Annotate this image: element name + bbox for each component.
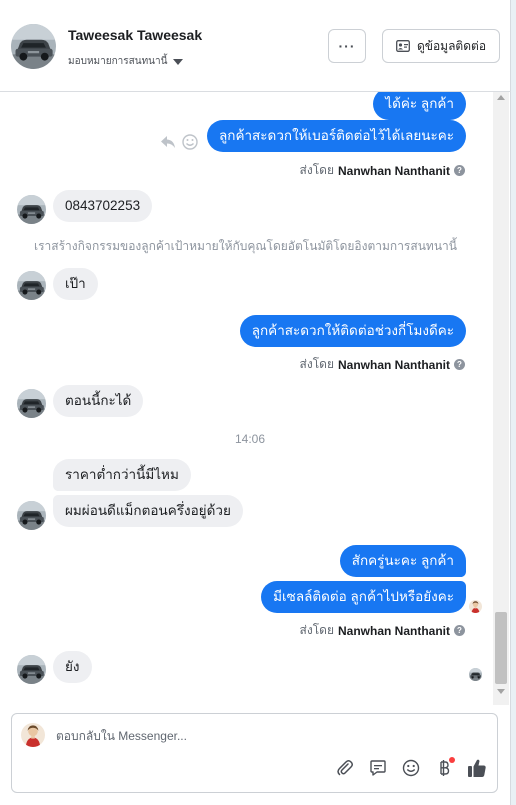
incoming-message[interactable]: ตอนนี้กะได้	[53, 385, 144, 417]
more-options-label: ···	[338, 38, 356, 54]
chat-bubble-icon	[370, 760, 386, 776]
sent-by-prefix: ส่งโดย	[299, 163, 334, 177]
conversation-header: Taweesak Taweesak มอบหมายการสนทนานี้ ···…	[0, 0, 511, 92]
help-icon[interactable]: ?	[454, 359, 465, 370]
contact-card-icon	[396, 40, 410, 52]
outgoing-message[interactable]: ลูกค้าสะดวกให้เบอร์ติดต่อไว้ได้เลยนะคะ	[207, 120, 466, 152]
message-timestamp: 14:06	[234, 432, 266, 446]
thread-scrollbar[interactable]	[493, 92, 509, 705]
agent-avatar	[21, 723, 45, 747]
sent-by-info: ส่งโดย Nanwhan Nanthanit ?	[300, 621, 465, 640]
agent-name: Nanwhan Nanthanit	[337, 163, 450, 178]
outgoing-message[interactable]: มีเซลล์ติดต่อ ลูกค้าไปหรือยังคะ	[261, 581, 466, 613]
seen-by-avatar	[469, 668, 482, 681]
like-button[interactable]	[467, 758, 487, 778]
seen-by-avatar	[469, 600, 482, 613]
assign-conversation-dropdown[interactable]: มอบหมายการสนทนานี้	[68, 54, 184, 69]
composer-toolbar	[335, 757, 487, 778]
payment-button[interactable]	[434, 757, 455, 778]
reply-composer	[11, 713, 498, 793]
help-icon[interactable]: ?	[454, 165, 465, 176]
customer-avatar-small	[17, 271, 46, 300]
caret-down-icon	[173, 58, 184, 65]
view-contact-button[interactable]: ดูข้อมูลติดต่อ	[382, 29, 500, 63]
notification-dot	[449, 757, 455, 763]
incoming-message[interactable]: เป๊า	[53, 268, 98, 300]
agent-name: Nanwhan Nanthanit	[337, 357, 450, 372]
attach-button[interactable]	[335, 758, 355, 778]
reply-icon[interactable]	[160, 135, 176, 149]
view-contact-label: ดูข้อมูลติดต่อ	[416, 38, 487, 53]
emoji-button[interactable]	[401, 758, 421, 778]
thumbs-up-icon	[468, 759, 486, 777]
customer-avatar[interactable]	[11, 24, 56, 69]
reply-input[interactable]	[56, 729, 356, 743]
incoming-message[interactable]: ราคาต่ำกว่านี้มีไหม	[53, 459, 191, 491]
scroll-down-arrow-icon[interactable]	[497, 689, 505, 694]
customer-avatar-small	[17, 655, 46, 684]
outgoing-message[interactable]: ลูกค้าสะดวกให้ติดต่อช่วงกี่โมงดีคะ	[239, 315, 466, 347]
system-note: เราสร้างกิจกรรมของลูกค้าเป้าหมายให้กับคุ…	[34, 239, 457, 253]
more-options-button[interactable]: ···	[328, 29, 366, 63]
sent-by-info: ส่งโดย Nanwhan Nanthanit ?	[300, 355, 465, 374]
scroll-up-arrow-icon[interactable]	[497, 95, 505, 100]
customer-name[interactable]: Taweesak Taweesak	[68, 27, 202, 43]
assign-label: มอบหมายการสนทนานี้	[68, 56, 168, 67]
saved-replies-button[interactable]	[368, 758, 388, 778]
react-emoji-icon[interactable]	[182, 134, 198, 150]
help-icon[interactable]: ?	[454, 625, 465, 636]
conversation-panel: Taweesak Taweesak มอบหมายการสนทนานี้ ···…	[0, 0, 511, 805]
outgoing-message[interactable]: สักครู่นะคะ ลูกค้า	[339, 545, 466, 577]
incoming-message[interactable]: ยัง	[53, 651, 92, 683]
outgoing-message[interactable]: ได้ค่ะ ลูกค้า	[373, 92, 466, 120]
sent-by-info: ส่งโดย Nanwhan Nanthanit ?	[300, 161, 465, 180]
paperclip-icon	[337, 760, 353, 776]
sent-by-prefix: ส่งโดย	[299, 623, 334, 637]
smiley-icon	[402, 759, 420, 777]
customer-avatar-small	[17, 501, 46, 530]
message-thread: ได้ค่ะ ลูกค้า ลูกค้าสะดวกให้เบอร์ติดต่อไ…	[0, 92, 511, 705]
incoming-message[interactable]: 0843702253	[53, 190, 153, 222]
incoming-message[interactable]: ผมผ่อนดีแม็กตอนครึ่งอยู่ด้วย	[53, 495, 243, 527]
customer-avatar-small	[17, 389, 46, 418]
scroll-thumb[interactable]	[495, 612, 507, 684]
message-actions	[160, 134, 198, 150]
agent-name: Nanwhan Nanthanit	[337, 623, 450, 638]
customer-avatar-small	[17, 195, 46, 224]
sent-by-prefix: ส่งโดย	[299, 357, 334, 371]
